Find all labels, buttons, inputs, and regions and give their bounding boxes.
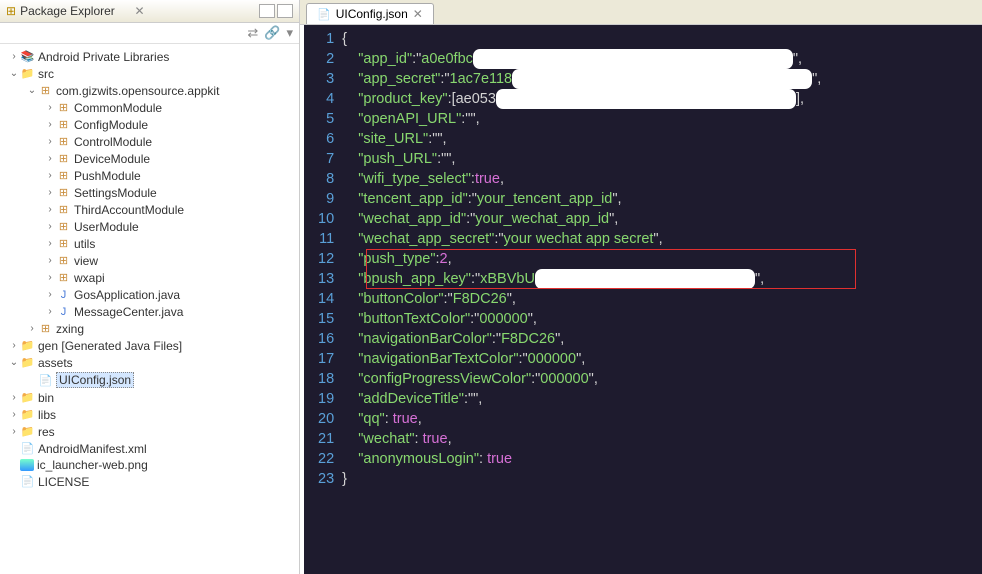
panel-title: Package Explorer — [20, 4, 130, 18]
tree-item-assets[interactable]: ⌄📁assets — [0, 354, 299, 371]
code-line[interactable]: "navigationBarColor":"F8DC26", — [342, 329, 821, 349]
code-line[interactable]: "openAPI_URL":"", — [342, 109, 821, 129]
code-line[interactable]: "wifi_type_select":true, — [342, 169, 821, 189]
code-line[interactable]: "addDeviceTitle":"", — [342, 389, 821, 409]
folder-icon: 📁 — [20, 355, 35, 370]
folder-icon: 📁 — [20, 407, 35, 422]
code-line[interactable]: { — [342, 29, 821, 49]
code-line[interactable]: "buttonTextColor":"000000", — [342, 309, 821, 329]
tree-item[interactable]: ›JMessageCenter.java — [0, 303, 299, 320]
tree-item-src[interactable]: ⌄📁src — [0, 65, 299, 82]
code-line[interactable]: "buttonColor":"F8DC26", — [342, 289, 821, 309]
package-icon: ⊞ — [38, 321, 53, 336]
tree-item[interactable]: ›⊞wxapi — [0, 269, 299, 286]
code-line[interactable]: "bpush_app_key":"xBBVbU ", — [342, 269, 821, 289]
tree-item-package[interactable]: ⌄⊞com.gizwits.opensource.appkit — [0, 82, 299, 99]
code-line[interactable]: "product_key":[ae053 ], — [342, 89, 821, 109]
tree-item[interactable]: ›⊞SettingsModule — [0, 184, 299, 201]
collapse-all-icon[interactable]: ⇄ — [247, 25, 258, 41]
minimize-icon[interactable] — [259, 4, 275, 18]
tree-item-uiconfig[interactable]: 📄UIConfig.json — [0, 371, 299, 389]
tree-item[interactable]: ›⊞ConfigModule — [0, 116, 299, 133]
code-line[interactable]: "qq": true, — [342, 409, 821, 429]
tree-item-manifest[interactable]: 📄AndroidManifest.xml — [0, 440, 299, 457]
view-menu-icon[interactable]: ▾ — [286, 25, 293, 41]
code-line[interactable]: "anonymousLogin": true — [342, 449, 821, 469]
code-editor[interactable]: 1234567891011121314151617181920212223 { … — [300, 25, 982, 574]
tree-item[interactable]: ›⊞ControlModule — [0, 133, 299, 150]
package-icon: ⊞ — [56, 117, 71, 132]
json-file-icon: 📄 — [38, 373, 53, 388]
line-number-gutter: 1234567891011121314151617181920212223 — [304, 25, 342, 574]
panel-toolbar: ⇄ 🔗 ▾ — [0, 23, 299, 44]
tree-item[interactable]: ›⊞PushModule — [0, 167, 299, 184]
code-line[interactable]: "navigationBarTextColor":"000000", — [342, 349, 821, 369]
editor-tab-bar: 📄 UIConfig.json ✕ — [300, 0, 982, 25]
image-file-icon — [20, 459, 34, 471]
folder-icon: 📁 — [20, 424, 35, 439]
xml-file-icon: 📄 — [20, 441, 35, 456]
tab-filename: UIConfig.json — [336, 7, 408, 21]
tree-item-gen[interactable]: ›📁gen [Generated Java Files] — [0, 337, 299, 354]
code-line[interactable]: "wechat_app_secret":"your wechat app sec… — [342, 229, 821, 249]
view-close-x-icon[interactable]: ✕ — [131, 4, 149, 18]
source-folder-icon: 📁 — [20, 66, 35, 81]
package-icon: ⊞ — [56, 168, 71, 183]
package-icon: ⊞ — [56, 270, 71, 285]
source-folder-icon: 📁 — [20, 338, 35, 353]
tree-item-res[interactable]: ›📁res — [0, 423, 299, 440]
code-line[interactable]: "push_type":2, — [342, 249, 821, 269]
tree-item[interactable]: ›⊞UserModule — [0, 218, 299, 235]
panel-header: ⊞ Package Explorer ✕ — [0, 0, 299, 23]
tree-item[interactable]: ›⊞ThirdAccountModule — [0, 201, 299, 218]
code-line[interactable]: "configProgressViewColor":"000000", — [342, 369, 821, 389]
tree-item-license[interactable]: 📄LICENSE — [0, 473, 299, 490]
code-line[interactable]: "app_id":"a0e0fbc ", — [342, 49, 821, 69]
package-explorer-icon: ⊞ — [6, 4, 16, 18]
package-icon: ⊞ — [56, 134, 71, 149]
tree-item[interactable]: ›⊞CommonModule — [0, 99, 299, 116]
code-line[interactable]: "app_secret":"1ac7e118 ", — [342, 69, 821, 89]
package-icon: ⊞ — [56, 100, 71, 115]
tree-item[interactable]: ›JGosApplication.java — [0, 286, 299, 303]
java-file-icon: J — [56, 304, 71, 319]
json-file-icon: 📄 — [317, 8, 331, 21]
maximize-icon[interactable] — [277, 4, 293, 18]
code-line[interactable]: } — [342, 469, 821, 489]
code-line[interactable]: "wechat_app_id":"your_wechat_app_id", — [342, 209, 821, 229]
code-line[interactable]: "tencent_app_id":"your_tencent_app_id", — [342, 189, 821, 209]
package-icon: ⊞ — [56, 151, 71, 166]
code-line[interactable]: "push_URL":"", — [342, 149, 821, 169]
package-icon: ⊞ — [38, 83, 53, 98]
tree-item[interactable]: ›⊞utils — [0, 235, 299, 252]
editor-panel: 📄 UIConfig.json ✕ 1234567891011121314151… — [300, 0, 982, 574]
editor-tab[interactable]: 📄 UIConfig.json ✕ — [306, 3, 434, 24]
package-explorer-panel: ⊞ Package Explorer ✕ ⇄ 🔗 ▾ ›📚Android Pri… — [0, 0, 300, 574]
library-icon: 📚 — [20, 49, 35, 64]
tree-item-bin[interactable]: ›📁bin — [0, 389, 299, 406]
package-icon: ⊞ — [56, 219, 71, 234]
tab-close-icon[interactable]: ✕ — [413, 7, 423, 21]
link-editor-icon[interactable]: 🔗 — [264, 25, 280, 41]
tree-item[interactable]: ›⊞DeviceModule — [0, 150, 299, 167]
project-tree[interactable]: ›📚Android Private Libraries ⌄📁src ⌄⊞com.… — [0, 44, 299, 574]
package-icon: ⊞ — [56, 185, 71, 200]
tree-item-android-private-libs[interactable]: ›📚Android Private Libraries — [0, 48, 299, 65]
package-icon: ⊞ — [56, 202, 71, 217]
folder-icon: 📁 — [20, 390, 35, 405]
java-file-icon: J — [56, 287, 71, 302]
tree-item[interactable]: ›⊞view — [0, 252, 299, 269]
tree-item-libs[interactable]: ›📁libs — [0, 406, 299, 423]
package-icon: ⊞ — [56, 253, 71, 268]
text-file-icon: 📄 — [20, 474, 35, 489]
code-line[interactable]: "wechat": true, — [342, 429, 821, 449]
tree-item-launcher-png[interactable]: ic_launcher-web.png — [0, 457, 299, 473]
code-line[interactable]: "site_URL":"", — [342, 129, 821, 149]
tree-item-zxing[interactable]: ›⊞zxing — [0, 320, 299, 337]
package-icon: ⊞ — [56, 236, 71, 251]
code-content[interactable]: { "app_id":"a0e0fbc ", "app_secret":"1ac… — [342, 25, 821, 574]
